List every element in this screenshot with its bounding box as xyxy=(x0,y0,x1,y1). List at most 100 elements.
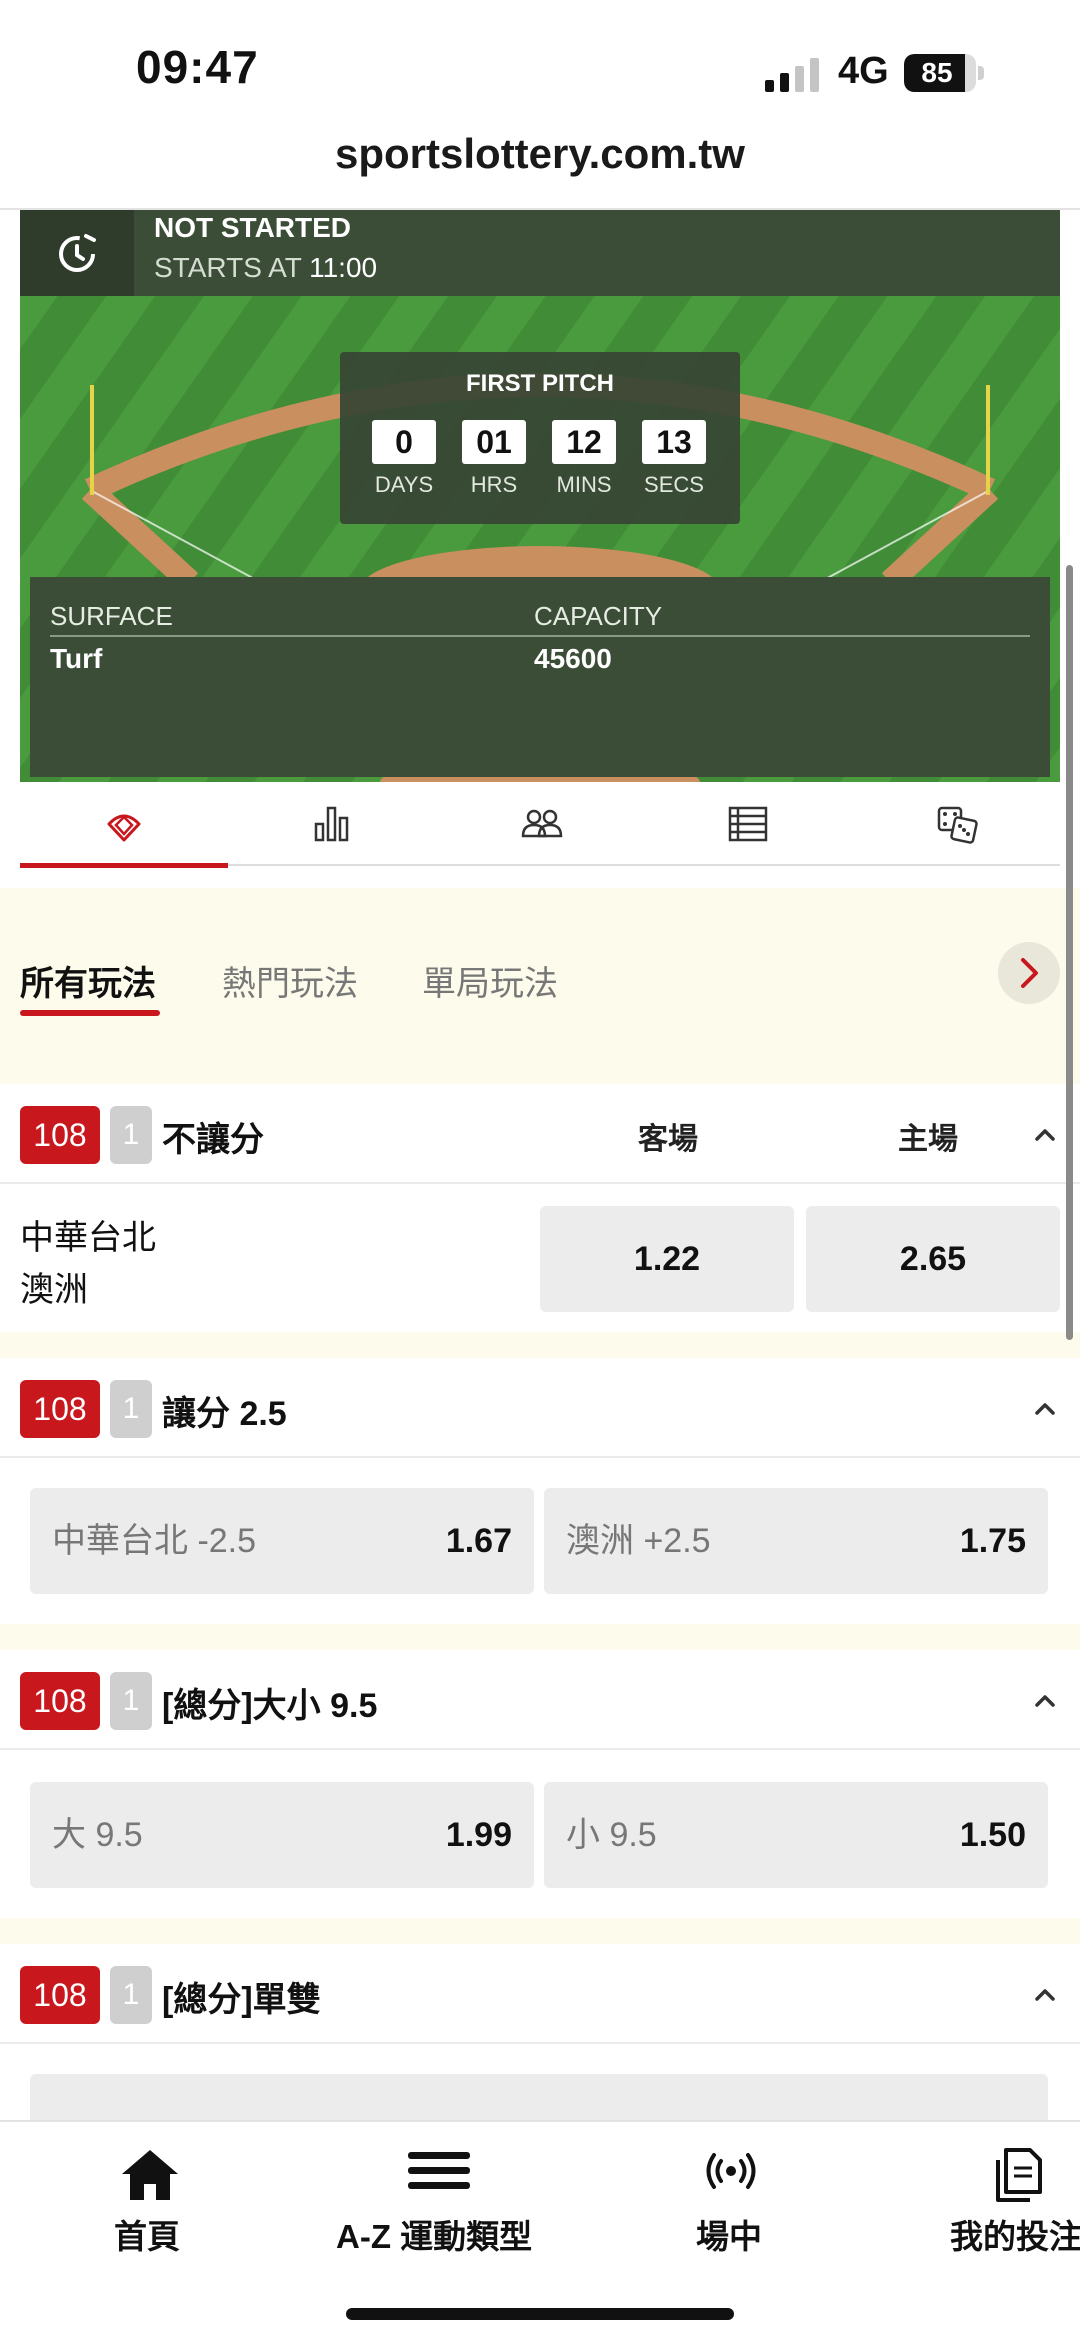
odds-value: 1.50 xyxy=(959,1816,1026,1854)
cellular-signal-icon xyxy=(765,58,819,92)
clock-timer-icon xyxy=(59,234,96,272)
venue-info-panel: SURFACE CAPACITY Turf 45600 xyxy=(30,577,1050,777)
browser-url[interactable]: sportslottery.com.tw xyxy=(0,130,1080,178)
odds-value: 1.67 xyxy=(445,1522,512,1560)
market-title: 讓分 2.5 xyxy=(162,1395,287,1433)
market-header-handicap[interactable]: 108 1 讓分 2.5 xyxy=(0,1358,1080,1458)
nav-live-label: 場中 xyxy=(696,2218,762,2255)
chevron-right-icon xyxy=(1021,958,1038,988)
nav-sports-label: A-Z 運動類型 xyxy=(336,2218,533,2255)
countdown-days-label: DAYS xyxy=(374,472,434,497)
lineup-icon xyxy=(521,809,563,838)
market-body-total: 大 9.5 1.99 小 9.5 1.50 xyxy=(0,1752,1080,1918)
countdown-days: 0 DAYS xyxy=(372,420,436,498)
odds-option-2-button[interactable]: 澳洲 +2.5 1.75 xyxy=(544,1488,1048,1594)
market-body-moneyline: 中華台北 澳洲 1.22 2.65 xyxy=(0,1186,1080,1332)
countdown-hours: 01 HRS xyxy=(462,420,526,498)
option-label: 小 9.5 xyxy=(566,1816,657,1854)
countdown-hours-value: 01 xyxy=(462,420,526,464)
network-type: 4G xyxy=(838,50,889,92)
status-time: 09:47 xyxy=(136,41,259,93)
odds-home-button[interactable]: 2.65 xyxy=(806,1206,1060,1312)
sequence-badge: 1 xyxy=(110,1106,152,1164)
odds-option-1-button[interactable]: 大 9.5 1.99 xyxy=(30,1782,534,1888)
capacity-value: 45600 xyxy=(534,643,612,674)
tab-all-bets[interactable]: 所有玩法 xyxy=(20,956,156,1005)
tab-field[interactable] xyxy=(20,782,228,868)
surface-label: SURFACE xyxy=(50,601,173,631)
game-number-badge: 108 xyxy=(20,1106,100,1164)
sequence-badge: 1 xyxy=(110,1966,152,2024)
option-label: 中華台北 -2.5 xyxy=(52,1522,257,1560)
game-number-badge: 108 xyxy=(20,1966,100,2024)
option-label: 澳洲 +2.5 xyxy=(566,1522,711,1560)
dice-icon xyxy=(937,806,978,844)
countdown-seconds: 13 SECS xyxy=(642,420,706,498)
odds-option-1-button[interactable]: 中華台北 -2.5 1.67 xyxy=(30,1488,534,1594)
tab-popular-bets[interactable]: 熱門玩法 xyxy=(222,956,358,1005)
match-icon-tabs xyxy=(20,782,1060,868)
odds-value: 1.22 xyxy=(633,1240,701,1278)
start-time-value: 11:00 xyxy=(309,252,378,283)
tab-inning-bets[interactable]: 單局玩法 xyxy=(422,956,558,1005)
market-header-total[interactable]: 108 1 [總分]大小 9.5 xyxy=(0,1650,1080,1750)
nav-live[interactable]: 場中 xyxy=(690,2122,770,2272)
nav-home[interactable]: 首頁 xyxy=(100,2122,200,2272)
sequence-badge: 1 xyxy=(110,1672,152,1730)
tab-stats[interactable] xyxy=(228,782,436,866)
nav-sports[interactable]: A-Z 運動類型 xyxy=(334,2122,544,2272)
column-away: 客場 xyxy=(638,1123,698,1156)
battery-percent: 85 xyxy=(921,57,953,88)
tab-odds-games[interactable] xyxy=(852,782,1060,866)
market-header-moneyline[interactable]: 108 1 不讓分 客場 主場 xyxy=(0,1084,1080,1184)
nav-my-bets[interactable]: 我的投注 xyxy=(948,2122,1080,2272)
countdown-seconds-value: 13 xyxy=(642,420,706,464)
team-home-name: 澳洲 xyxy=(20,1271,88,1309)
status-icon-box xyxy=(20,210,134,296)
chevron-up-icon[interactable] xyxy=(1030,1980,1060,2010)
nav-my-bets-label: 我的投注 xyxy=(950,2218,1080,2255)
table-icon xyxy=(728,806,768,842)
countdown-minutes-value: 12 xyxy=(552,420,616,464)
option-label: 大 9.5 xyxy=(52,1816,143,1854)
chevron-up-icon[interactable] xyxy=(1030,1686,1060,1716)
countdown-hours-label: HRS xyxy=(470,472,518,497)
tab-table[interactable] xyxy=(644,782,852,866)
market-gap xyxy=(0,1332,1080,1358)
column-home: 主場 xyxy=(898,1123,958,1156)
market-title: [總分]單雙 xyxy=(162,1981,321,2019)
menu-icon xyxy=(408,2152,470,2189)
market-title: 不讓分 xyxy=(162,1121,264,1159)
chevron-up-icon[interactable] xyxy=(1030,1120,1060,1150)
page-scrollbar[interactable] xyxy=(1066,565,1073,1340)
live-broadcast-icon xyxy=(706,2153,756,2189)
tab-lineup[interactable] xyxy=(436,782,644,866)
bet-slip-icon xyxy=(996,2148,1042,2202)
nav-home-label: 首頁 xyxy=(114,2218,180,2255)
odds-value: 1.99 xyxy=(445,1816,512,1854)
chevron-up-icon[interactable] xyxy=(1030,1394,1060,1424)
capacity-label: CAPACITY xyxy=(534,601,663,631)
odds-away-button[interactable]: 1.22 xyxy=(540,1206,794,1312)
scroll-right-button[interactable] xyxy=(998,942,1060,1004)
surface-value: Turf xyxy=(50,643,103,674)
market-gap xyxy=(0,1624,1080,1650)
active-tab-underline xyxy=(20,1010,160,1016)
first-pitch-countdown: FIRST PITCH 0 DAYS 01 HRS 12 MINS 13 SEC… xyxy=(340,352,740,524)
market-gap xyxy=(0,1918,1080,1944)
odds-option-2-button[interactable]: 小 9.5 1.50 xyxy=(544,1782,1048,1888)
sequence-badge: 1 xyxy=(110,1380,152,1438)
stats-icon xyxy=(314,806,349,842)
status-bar: 09:47 4G 85 sportslottery.com.tw xyxy=(0,0,1080,177)
odds-value: 1.75 xyxy=(959,1522,1026,1560)
match-start-time: STARTS AT 11:00 xyxy=(154,252,377,284)
odds-value: 2.65 xyxy=(899,1240,967,1278)
home-indicator[interactable] xyxy=(346,2308,734,2320)
countdown-minutes: 12 MINS xyxy=(552,420,616,498)
market-body-handicap: 中華台北 -2.5 1.67 澳洲 +2.5 1.75 xyxy=(0,1460,1080,1624)
market-title: [總分]大小 9.5 xyxy=(162,1687,378,1725)
market-header-odd-even[interactable]: 108 1 [總分]單雙 xyxy=(0,1944,1080,2044)
team-away-name: 中華台北 xyxy=(20,1219,156,1257)
match-status-strip: NOT STARTED STARTS AT 11:00 xyxy=(20,210,1060,296)
market-body-odd-even xyxy=(0,2046,1080,2180)
